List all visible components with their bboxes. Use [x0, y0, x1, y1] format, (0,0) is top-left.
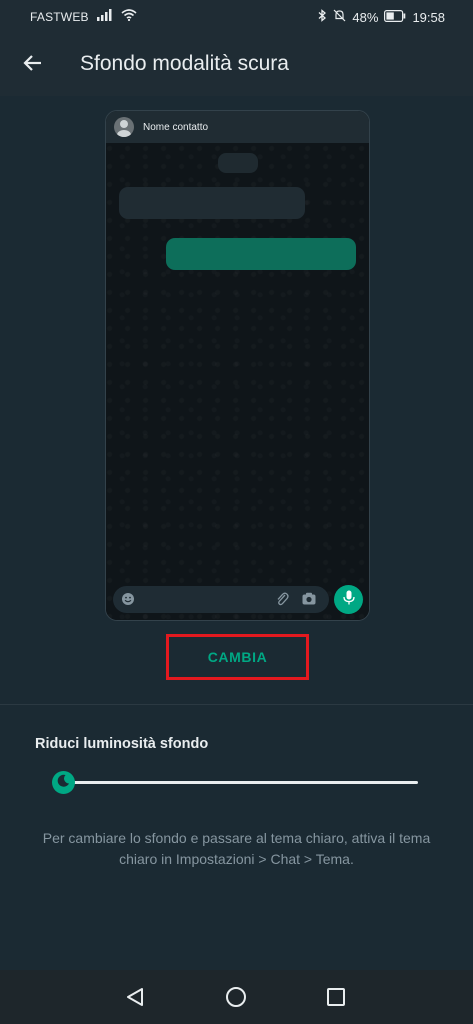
screen: FASTWEB 48% 19:58 Sfondo modalità scura … — [0, 0, 473, 1024]
battery-icon — [384, 9, 406, 25]
wallpaper-preview-area: Nome contatto CAMBIA — [0, 96, 473, 704]
dimming-slider-thumb[interactable] — [52, 771, 75, 794]
system-nav-bar — [0, 970, 473, 1024]
message-input-preview — [113, 586, 329, 613]
status-left: FASTWEB — [30, 9, 137, 24]
dimming-slider-track[interactable] — [64, 781, 418, 784]
status-bar: FASTWEB 48% 19:58 — [0, 0, 473, 34]
signal-icon — [96, 9, 113, 24]
emoji-icon — [121, 592, 135, 611]
change-wallpaper-button[interactable]: CAMBIA — [166, 634, 309, 680]
wifi-icon — [121, 9, 137, 24]
arrow-back-icon — [23, 53, 43, 78]
chat-wallpaper — [106, 143, 369, 620]
mic-button-preview — [334, 585, 363, 614]
app-bar: Sfondo modalità scura — [0, 34, 473, 96]
theme-info-text: Per cambiare lo sfondo e passare al tema… — [42, 830, 431, 867]
dimming-section: Riduci luminosità sfondo Per cambiare lo… — [0, 705, 473, 970]
paperclip-icon — [275, 591, 289, 612]
nav-recents-icon[interactable] — [326, 987, 346, 1012]
status-right: 48% 19:58 — [318, 9, 445, 25]
date-bubble — [218, 153, 258, 173]
dimming-label: Riduci luminosità sfondo — [35, 736, 209, 752]
mic-icon — [342, 590, 355, 610]
preview-chat-header: Nome contatto — [106, 111, 369, 143]
wallpaper-preview: Nome contatto — [105, 110, 370, 621]
mute-bell-icon — [333, 9, 346, 25]
moon-icon — [57, 774, 70, 792]
camera-icon — [302, 592, 316, 610]
contact-name: Nome contatto — [143, 121, 209, 133]
incoming-message-bubble — [119, 187, 305, 219]
nav-back-icon[interactable] — [124, 986, 146, 1013]
clock: 19:58 — [412, 9, 445, 25]
back-button[interactable] — [14, 46, 52, 84]
page-title: Sfondo modalità scura — [80, 52, 289, 75]
nav-home-icon[interactable] — [225, 986, 247, 1013]
carrier-label: FASTWEB — [30, 9, 89, 24]
bluetooth-icon — [318, 9, 327, 25]
battery-percent: 48% — [352, 9, 379, 25]
outgoing-message-bubble — [166, 238, 356, 270]
avatar-icon — [114, 117, 134, 137]
